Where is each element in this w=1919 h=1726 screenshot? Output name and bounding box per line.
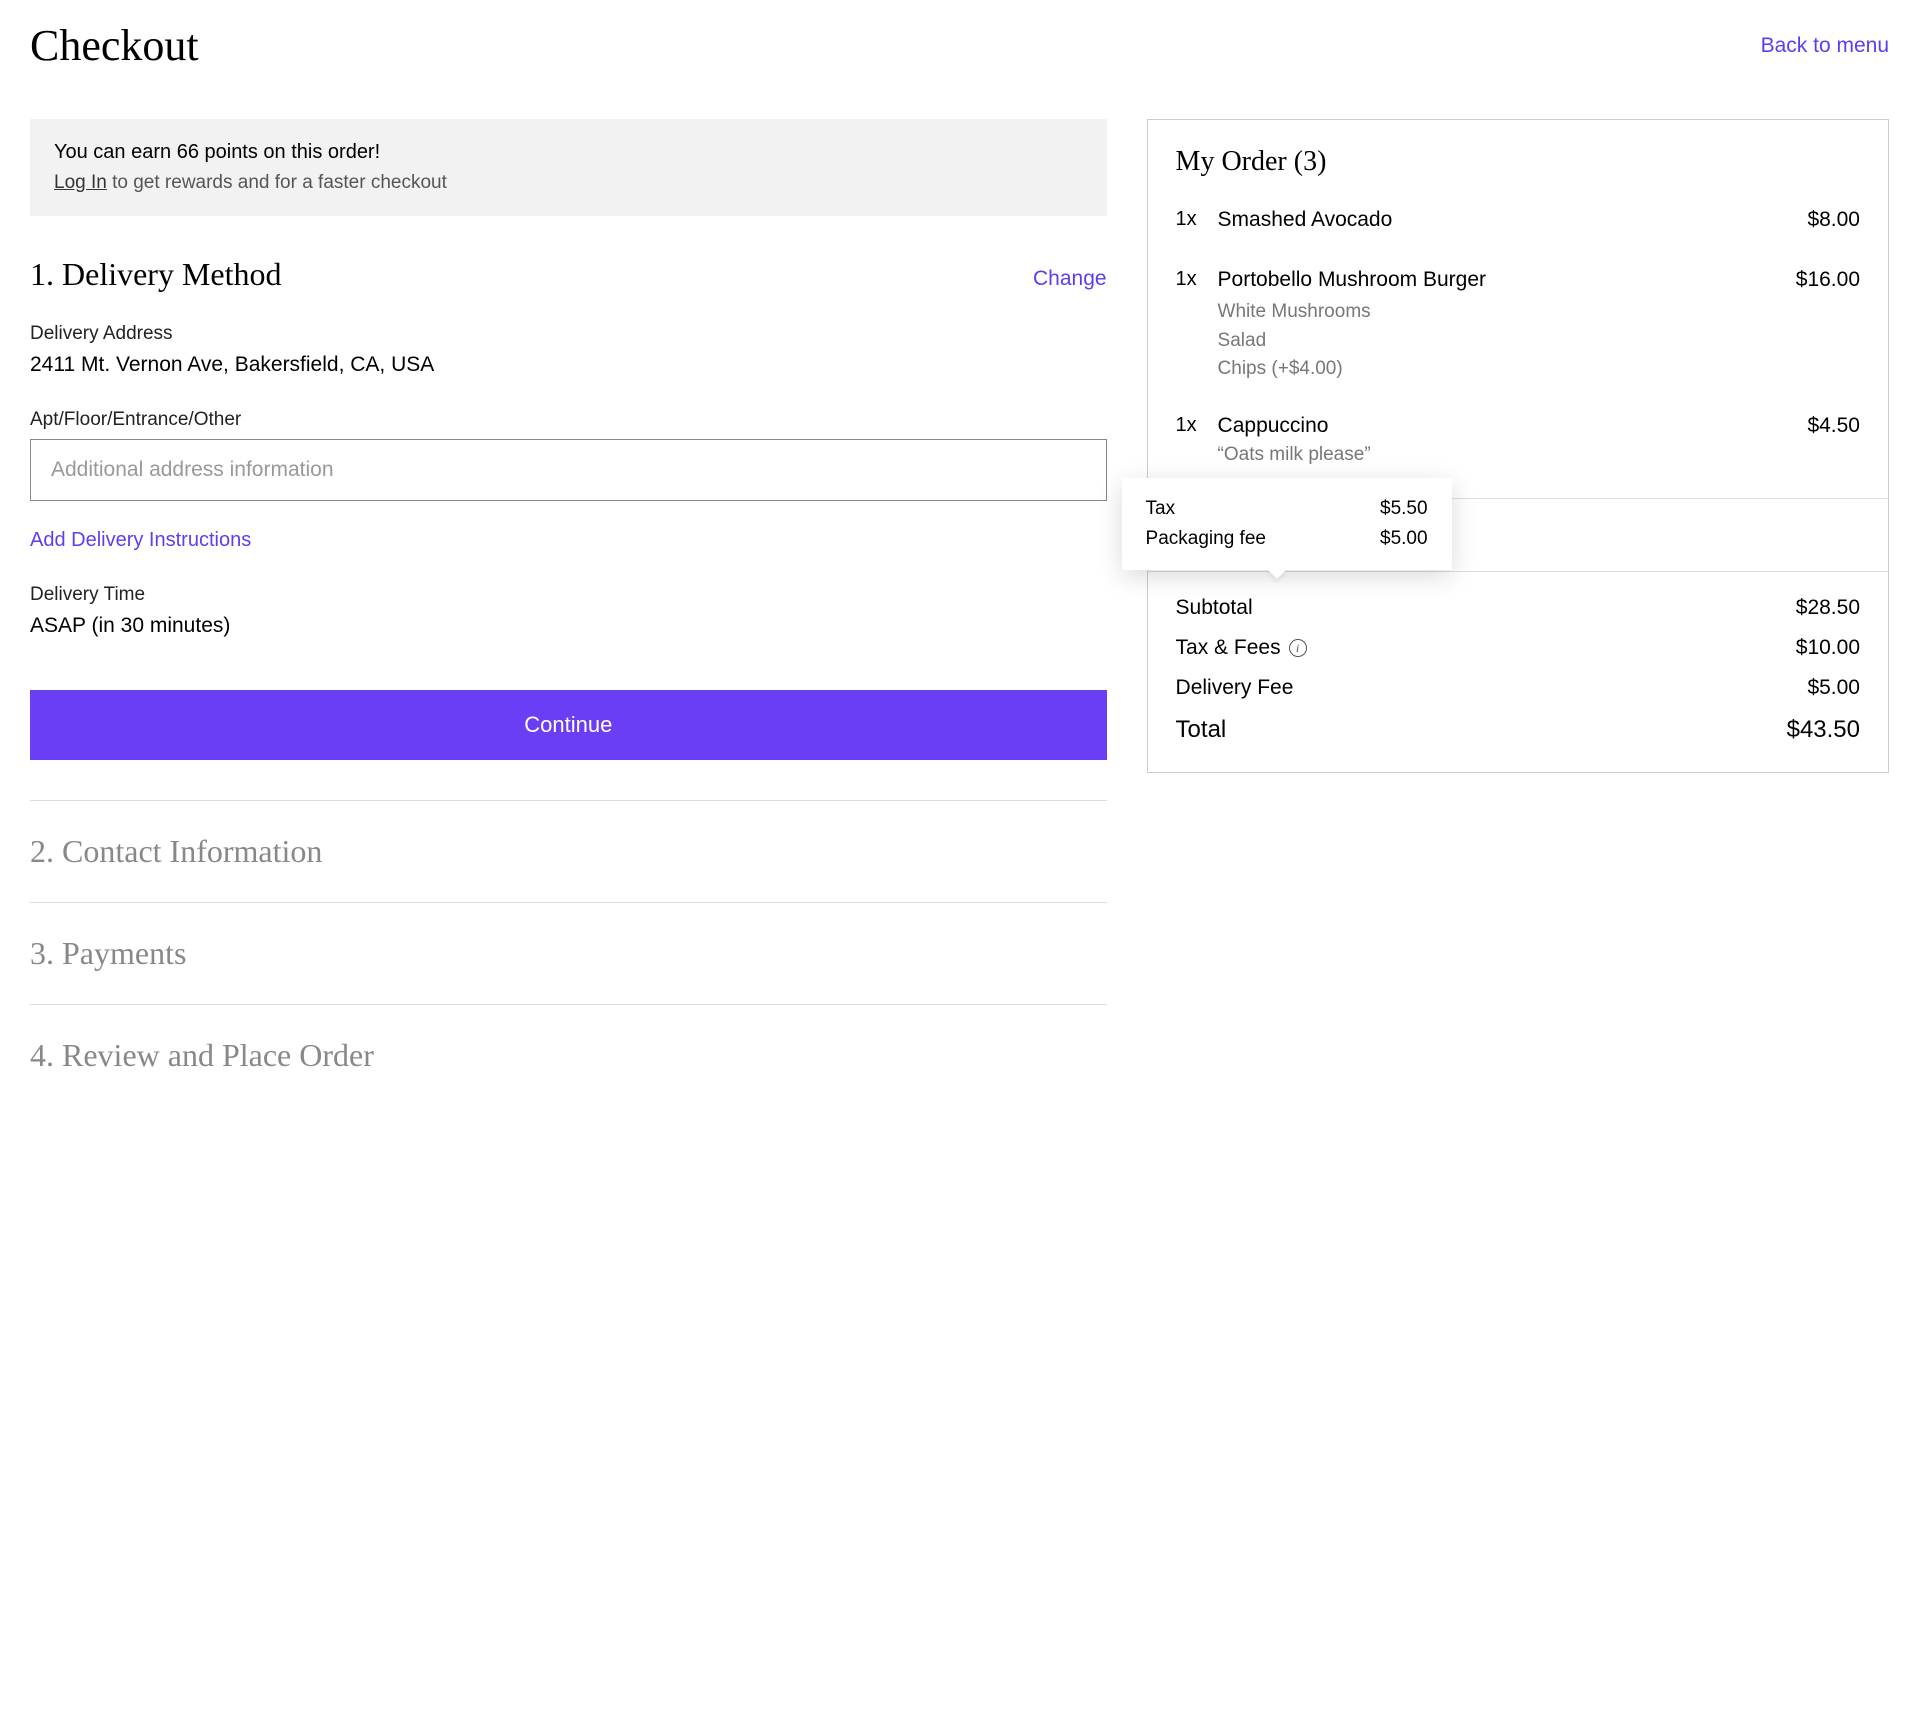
back-to-menu-link[interactable]: Back to menu (1761, 34, 1889, 58)
order-item-qty: 1x (1176, 268, 1206, 384)
delivery-address-value: 2411 Mt. Vernon Ave, Bakersfield, CA, US… (30, 353, 1107, 377)
order-title: My Order (3) (1176, 146, 1860, 178)
review-heading: 4. Review and Place Order (30, 1037, 1107, 1074)
order-item-qty: 1x (1176, 208, 1206, 238)
main-column: You can earn 66 points on this order! Lo… (30, 119, 1107, 1074)
points-login-row: Log In to get rewards and for a faster c… (54, 172, 1083, 194)
order-item-option: Salad (1218, 327, 1784, 356)
tax-fees-tooltip: Tax $5.50 Packaging fee $5.00 (1122, 478, 1452, 570)
points-earn-text: You can earn 66 points on this order! (54, 141, 1083, 164)
subtotal-label: Subtotal (1176, 596, 1253, 620)
apt-label: Apt/Floor/Entrance/Other (30, 409, 1107, 431)
order-item-name: Smashed Avocado (1218, 208, 1796, 232)
order-item: 1x Smashed Avocado $8.00 (1176, 208, 1860, 238)
tooltip-tax-value: $5.50 (1380, 498, 1428, 520)
order-item-qty: 1x (1176, 414, 1206, 466)
tooltip-pack-label: Packaging fee (1146, 528, 1266, 550)
payments-heading: 3. Payments (30, 935, 1107, 972)
delivery-time-label: Delivery Time (30, 584, 1107, 606)
tax-fees-value: $10.00 (1796, 636, 1860, 660)
order-panel: My Order (3) 1x Smashed Avocado $8.00 1x… (1147, 119, 1889, 773)
apt-input[interactable] (30, 439, 1107, 501)
change-delivery-link[interactable]: Change (1033, 267, 1107, 291)
continue-button[interactable]: Continue (30, 690, 1107, 760)
tooltip-pack-value: $5.00 (1380, 528, 1428, 550)
order-item-price: $4.50 (1807, 414, 1860, 466)
order-item: 1x Cappuccino “Oats milk please” $4.50 (1176, 414, 1860, 466)
add-delivery-instructions-link[interactable]: Add Delivery Instructions (30, 529, 251, 552)
order-item: 1x Portobello Mushroom Burger White Mush… (1176, 268, 1860, 384)
tax-fees-label: Tax & Fees (1176, 636, 1281, 660)
info-icon[interactable]: i (1289, 639, 1307, 657)
delivery-address-label: Delivery Address (30, 323, 1107, 345)
delivery-fee-label: Delivery Fee (1176, 676, 1294, 700)
total-value: $43.50 (1787, 716, 1860, 744)
divider (30, 1004, 1107, 1005)
page-title: Checkout (30, 20, 199, 71)
order-item-option: Chips (+$4.00) (1218, 355, 1784, 384)
delivery-time-value: ASAP (in 30 minutes) (30, 614, 1107, 638)
subtotal-value: $28.50 (1796, 596, 1860, 620)
order-column: My Order (3) 1x Smashed Avocado $8.00 1x… (1147, 119, 1889, 773)
header: Checkout Back to menu (30, 20, 1889, 71)
order-totals: Subtotal $28.50 Tax & Fees i $10.00 Deli… (1148, 572, 1888, 772)
tooltip-tax-label: Tax (1146, 498, 1176, 520)
points-login-rest: to get rewards and for a faster checkout (107, 172, 447, 193)
login-link[interactable]: Log In (54, 172, 107, 193)
divider (30, 800, 1107, 801)
delivery-heading-row: 1. Delivery Method Change (30, 256, 1107, 293)
order-item-price: $16.00 (1796, 268, 1860, 384)
delivery-fee-value: $5.00 (1807, 676, 1860, 700)
order-item-note: “Oats milk please” (1218, 444, 1796, 466)
order-item-price: $8.00 (1807, 208, 1860, 238)
divider (30, 902, 1107, 903)
order-item-option: White Mushrooms (1218, 298, 1784, 327)
contact-heading: 2. Contact Information (30, 833, 1107, 870)
total-label: Total (1176, 716, 1227, 744)
delivery-method-heading: 1. Delivery Method (30, 256, 282, 293)
order-item-name: Portobello Mushroom Burger (1218, 268, 1784, 292)
order-item-name: Cappuccino (1218, 414, 1796, 438)
points-banner: You can earn 66 points on this order! Lo… (30, 119, 1107, 216)
